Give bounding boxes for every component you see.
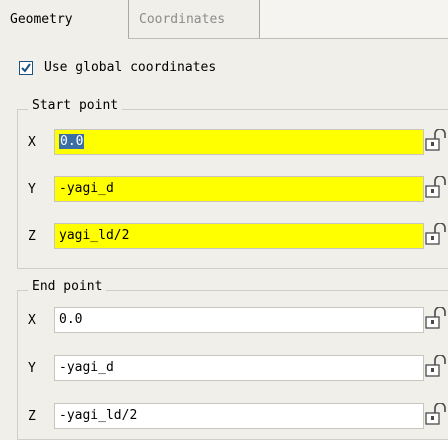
end-x-value: 0.0 (59, 312, 83, 327)
end-z-input[interactable]: -yagi_ld/2 (54, 403, 424, 429)
unlocked-padlock-icon (425, 355, 446, 377)
end-y-value: -yagi_d (59, 360, 114, 375)
start-y-label: Y (28, 182, 36, 197)
unlocked-padlock-icon (425, 403, 446, 425)
end-x-label: X (28, 313, 36, 328)
global-coordinates-label: Use global coordinates (44, 60, 217, 75)
start-x-label: X (28, 135, 36, 150)
start-x-lock-button[interactable] (425, 129, 448, 153)
end-x-lock-button[interactable] (425, 307, 448, 331)
unlocked-padlock-icon (425, 176, 446, 198)
start-z-lock-button[interactable] (425, 223, 448, 247)
unlocked-padlock-icon (425, 129, 446, 151)
start-point-title: Start point (28, 98, 123, 113)
end-x-input[interactable]: 0.0 (54, 307, 424, 333)
start-y-input[interactable]: -yagi_d (54, 176, 424, 202)
end-y-lock-button[interactable] (425, 355, 448, 379)
tab-geometry-label: Geometry (10, 12, 73, 27)
tab-bar-filler (260, 0, 448, 38)
end-z-value: -yagi_ld/2 (59, 408, 138, 423)
end-y-label: Y (28, 361, 36, 376)
start-y-lock-button[interactable] (425, 176, 448, 200)
tab-bar: Geometry Coordinates (0, 0, 448, 39)
global-coordinates-option[interactable]: Use global coordinates (19, 60, 216, 75)
end-z-lock-button[interactable] (425, 403, 448, 427)
end-y-input[interactable]: -yagi_d (54, 355, 424, 381)
tab-geometry[interactable]: Geometry (0, 0, 128, 39)
tab-coordinates-label: Coordinates (139, 11, 226, 27)
start-x-value: 0.0 (59, 134, 85, 149)
end-point-group: End point X 0.0 Y -yagi_d Z -yagi_ld/2 (17, 279, 448, 440)
end-point-title: End point (28, 279, 107, 294)
global-coordinates-checkbox[interactable] (19, 60, 33, 75)
start-z-label: Z (28, 229, 36, 244)
start-z-value: yagi_ld/2 (59, 228, 130, 243)
start-z-input[interactable]: yagi_ld/2 (54, 223, 424, 249)
start-y-value: -yagi_d (59, 181, 114, 196)
end-z-label: Z (28, 409, 36, 424)
checkmark-icon (21, 62, 31, 73)
tab-coordinates[interactable]: Coordinates (128, 0, 260, 38)
unlocked-padlock-icon (425, 223, 446, 245)
start-point-group: Start point X 0.0 Y -yagi_d Z yagi_ld/2 (17, 98, 448, 269)
unlocked-padlock-icon (425, 307, 446, 329)
start-x-input[interactable]: 0.0 (54, 129, 424, 155)
